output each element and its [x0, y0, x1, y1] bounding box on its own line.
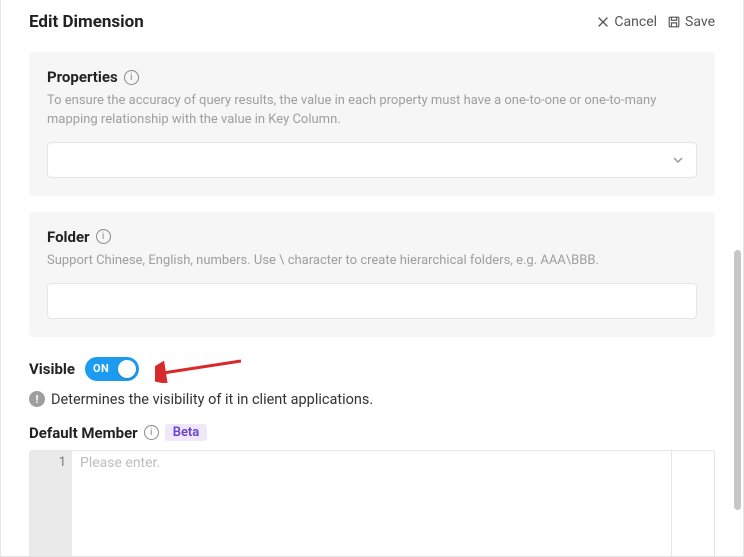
- properties-panel: Properties i To ensure the accuracy of q…: [29, 52, 715, 196]
- visible-label: Visible: [29, 360, 75, 378]
- save-icon: [667, 15, 681, 29]
- beta-badge: Beta: [165, 424, 208, 441]
- cancel-label: Cancel: [614, 14, 657, 30]
- folder-hint: Support Chinese, English, numbers. Use \…: [47, 252, 697, 271]
- info-icon[interactable]: i: [124, 70, 139, 85]
- info-solid-icon: !: [29, 391, 45, 407]
- header-actions: Cancel Save: [596, 14, 715, 30]
- scrollbar-thumb[interactable]: [734, 250, 741, 510]
- line-number: 1: [30, 455, 66, 470]
- folder-heading-text: Folder: [47, 228, 90, 246]
- chevron-down-icon: [672, 154, 684, 166]
- folder-panel: Folder i Support Chinese, English, numbe…: [29, 212, 715, 337]
- page-title: Edit Dimension: [29, 12, 144, 32]
- header: Edit Dimension Cancel Save: [29, 12, 715, 32]
- info-icon[interactable]: i: [144, 425, 159, 440]
- save-button[interactable]: Save: [667, 14, 715, 30]
- default-member-label: Default Member: [29, 424, 138, 442]
- properties-select[interactable]: [47, 142, 697, 178]
- properties-hint: To ensure the accuracy of query results,…: [47, 92, 697, 130]
- visible-row: Visible ON: [29, 355, 715, 383]
- toggle-knob: [118, 360, 136, 378]
- properties-heading-text: Properties: [47, 68, 118, 86]
- cancel-button[interactable]: Cancel: [596, 14, 657, 30]
- close-icon: [596, 15, 610, 29]
- visible-description: ! Determines the visibility of it in cli…: [29, 391, 715, 408]
- info-icon[interactable]: i: [96, 229, 111, 244]
- default-member-editor[interactable]: 1 Please enter.: [29, 450, 715, 556]
- editor-body[interactable]: Please enter.: [72, 451, 714, 556]
- default-member-header: Default Member i Beta: [29, 424, 715, 442]
- toggle-text: ON: [93, 362, 109, 375]
- properties-heading: Properties i: [47, 68, 697, 86]
- visible-description-text: Determines the visibility of it in clien…: [51, 391, 373, 408]
- folder-heading: Folder i: [47, 228, 697, 246]
- folder-input[interactable]: [47, 283, 697, 319]
- annotation-arrow: [155, 355, 245, 383]
- editor-gutter: 1: [30, 451, 72, 556]
- scrollbar-track[interactable]: [731, 0, 743, 556]
- save-label: Save: [685, 14, 715, 30]
- visible-toggle[interactable]: ON: [85, 357, 139, 381]
